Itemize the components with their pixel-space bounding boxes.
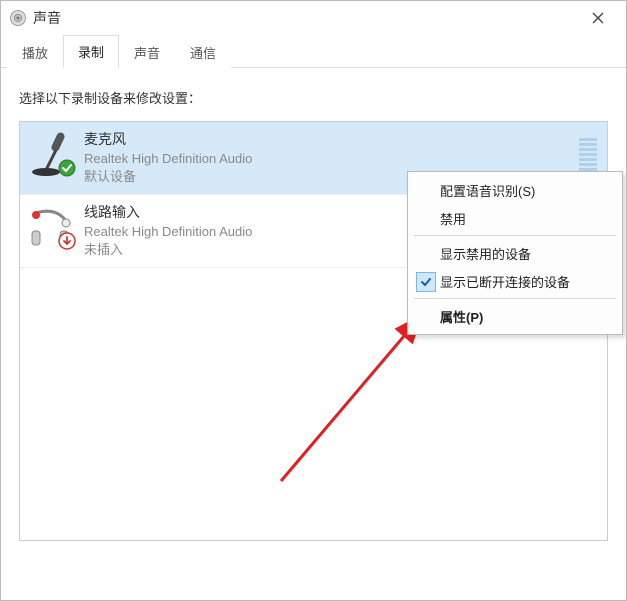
context-menu: 配置语音识别(S) 禁用 显示禁用的设备 显示已断开连接的设备 属性(P) bbox=[407, 171, 623, 335]
device-driver: Realtek High Definition Audio bbox=[84, 150, 597, 168]
cm-show-disconnected-label: 显示已断开连接的设备 bbox=[440, 272, 570, 291]
cm-separator bbox=[414, 298, 616, 299]
cm-configure-speech[interactable]: 配置语音识别(S) bbox=[410, 176, 620, 204]
tab-sound[interactable]: 声音 bbox=[119, 36, 175, 68]
tab-record[interactable]: 录制 bbox=[63, 35, 119, 68]
close-button[interactable] bbox=[578, 4, 618, 32]
speaker-icon bbox=[9, 9, 27, 27]
cm-show-disconnected[interactable]: 显示已断开连接的设备 bbox=[410, 267, 620, 295]
microphone-icon bbox=[26, 130, 74, 178]
cm-properties[interactable]: 属性(P) bbox=[410, 302, 620, 330]
cm-show-disabled[interactable]: 显示禁用的设备 bbox=[410, 239, 620, 267]
default-check-icon bbox=[58, 159, 76, 180]
instruction-text: 选择以下录制设备来修改设置： bbox=[19, 88, 608, 107]
cm-disable[interactable]: 禁用 bbox=[410, 204, 620, 232]
check-icon bbox=[416, 272, 436, 292]
level-meter bbox=[579, 132, 597, 176]
close-icon bbox=[592, 8, 604, 29]
linein-icon bbox=[26, 203, 74, 251]
down-arrow-icon bbox=[58, 232, 76, 253]
tab-playback[interactable]: 播放 bbox=[7, 36, 63, 68]
sound-window: 声音 播放 录制 声音 通信 选择以下录制设备来修改设置： bbox=[0, 0, 627, 601]
window-title: 声音 bbox=[33, 8, 578, 28]
tab-comm[interactable]: 通信 bbox=[175, 36, 231, 68]
titlebar: 声音 bbox=[1, 1, 626, 35]
device-name: 麦克风 bbox=[84, 130, 597, 150]
cm-separator bbox=[414, 235, 616, 236]
tab-strip: 播放 录制 声音 通信 bbox=[1, 35, 626, 68]
